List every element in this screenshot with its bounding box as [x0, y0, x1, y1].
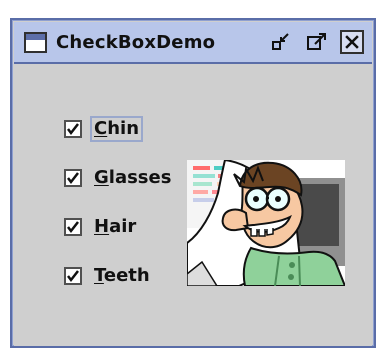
checkbox-list: Chin Glasses Hair Teeth — [64, 116, 173, 289]
label-rest: eeth — [103, 265, 150, 286]
checkmark-icon — [67, 123, 79, 136]
checkbox-label[interactable]: Chin — [89, 116, 144, 142]
window-app-icon — [24, 31, 47, 53]
checkbox-box[interactable] — [64, 218, 82, 236]
checkbox-box[interactable] — [64, 120, 82, 138]
checkbox-chin[interactable]: Chin — [64, 116, 173, 142]
checkbox-teeth[interactable]: Teeth — [64, 263, 173, 289]
close-button[interactable] — [340, 30, 364, 54]
window-titlebar[interactable]: CheckBoxDemo — [14, 22, 372, 64]
window-title: CheckBoxDemo — [56, 31, 216, 53]
checkbox-label[interactable]: Glasses — [92, 167, 173, 189]
minimize-icon — [272, 33, 289, 50]
checkbox-box[interactable] — [64, 169, 82, 187]
maximize-button[interactable] — [305, 30, 329, 54]
checkbox-label[interactable]: Teeth — [92, 265, 152, 287]
maximize-icon — [307, 33, 326, 50]
checkbox-glasses[interactable]: Glasses — [64, 165, 173, 191]
geek-cartoon-image — [187, 160, 345, 286]
checkbox-hair[interactable]: Hair — [64, 214, 173, 240]
mnemonic-char: C — [94, 118, 108, 139]
checkbox-demo-window: CheckBoxDemo Chin Glasses Hair Teeth — [10, 18, 376, 348]
mnemonic-char: H — [94, 216, 110, 237]
checkmark-icon — [67, 221, 79, 234]
checkbox-label[interactable]: Hair — [92, 216, 138, 238]
checkmark-icon — [67, 172, 79, 185]
mnemonic-char: G — [94, 167, 109, 188]
label-rest: hin — [107, 118, 140, 139]
minimize-button[interactable] — [270, 30, 294, 54]
geek-cartoon-illustration — [187, 160, 345, 286]
window-content: Chin Glasses Hair Teeth — [14, 64, 372, 346]
close-icon — [345, 35, 359, 49]
label-rest: lasses — [108, 167, 172, 188]
checkbox-box[interactable] — [64, 267, 82, 285]
mnemonic-char: T — [94, 265, 104, 286]
window-controls — [270, 30, 364, 54]
label-rest: air — [109, 216, 137, 237]
checkmark-icon — [67, 270, 79, 283]
